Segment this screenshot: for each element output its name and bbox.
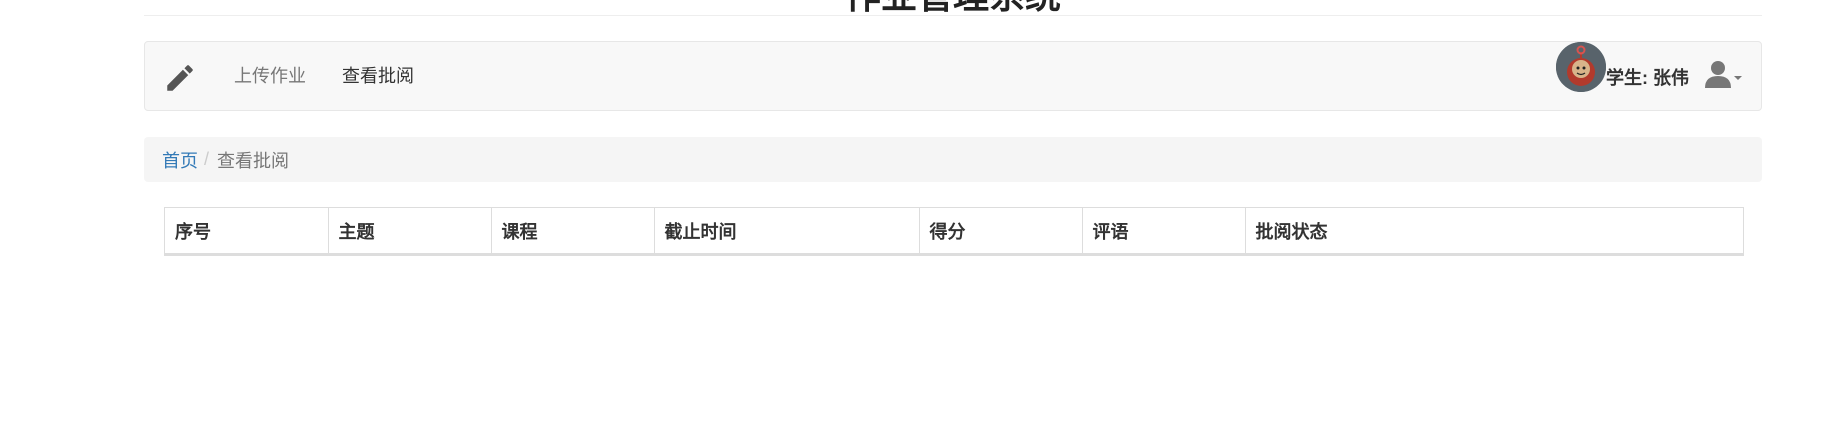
nav-upload-homework[interactable]: 上传作业	[234, 64, 306, 88]
user-menu-dropdown[interactable]	[1704, 58, 1744, 92]
user-icon	[1705, 61, 1742, 88]
nav-view-review[interactable]: 查看批阅	[342, 64, 414, 88]
avatar-image	[1556, 42, 1606, 92]
page-header: 作业管理系统	[144, 0, 1762, 16]
pencil-icon[interactable]	[163, 61, 197, 95]
table-header-row: 序号 主题 课程 截止时间 得分 评语 批阅状态	[165, 208, 1743, 255]
column-header-review-status: 批阅状态	[1244, 208, 1743, 255]
caret-down-icon	[1734, 76, 1742, 80]
page-title: 作业管理系统	[144, 0, 1762, 15]
breadcrumb-home[interactable]: 首页	[162, 147, 198, 173]
breadcrumb-current: 查看批阅	[217, 150, 290, 171]
column-header-index: 序号	[165, 208, 328, 255]
avatar[interactable]	[1556, 42, 1606, 92]
column-header-score: 得分	[918, 208, 1082, 255]
column-header-topic: 主题	[327, 208, 491, 255]
breadcrumb-separator: /	[204, 149, 210, 169]
column-header-comment: 评语	[1081, 208, 1245, 255]
column-header-deadline: 截止时间	[653, 208, 919, 255]
breadcrumb: 首页 / 查看批阅	[144, 137, 1762, 182]
navbar: 上传作业 查看批阅 学生: 张伟	[144, 41, 1762, 111]
review-table: 序号 主题 课程 截止时间 得分 评语 批阅状态	[164, 207, 1744, 256]
user-label: 学生: 张伟	[1606, 68, 1689, 88]
column-header-course: 课程	[490, 208, 654, 255]
